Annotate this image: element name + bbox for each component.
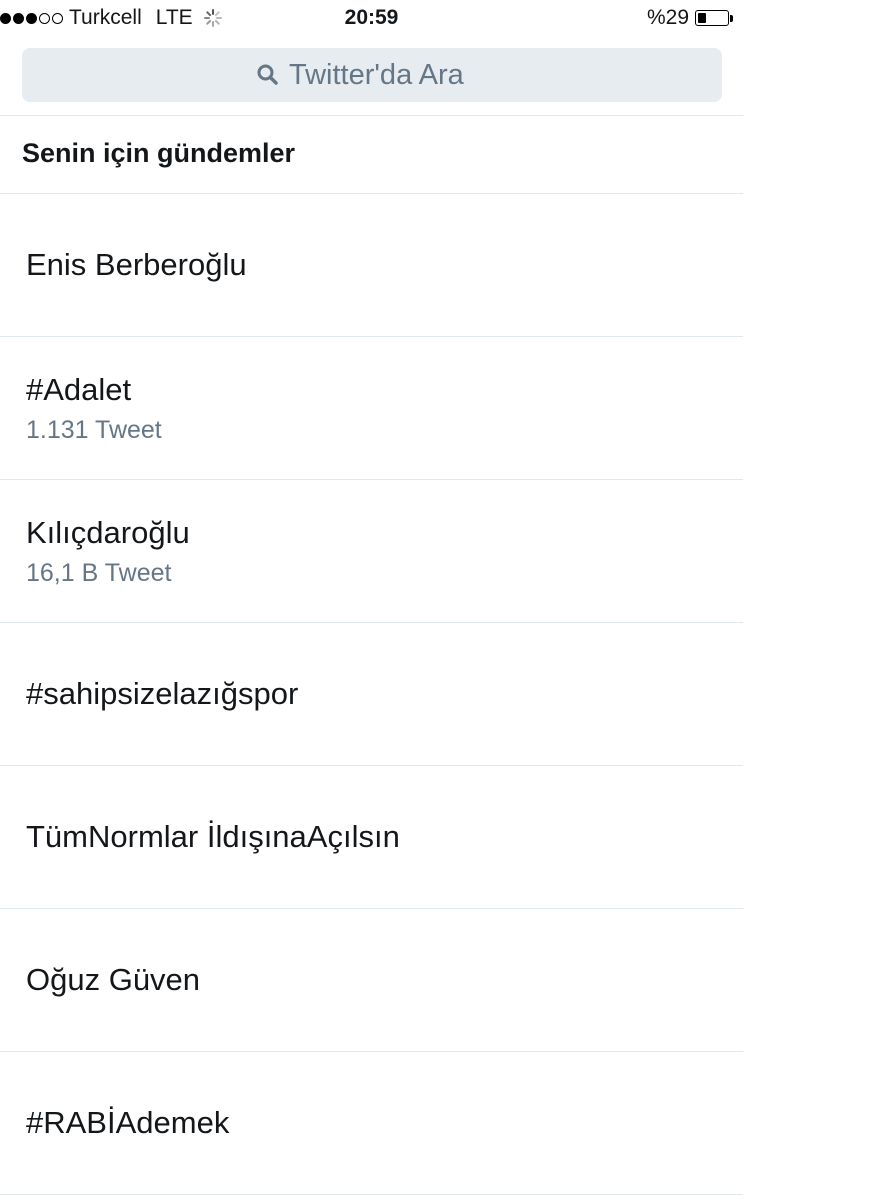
trend-item[interactable]: Enis Berberoğlu	[0, 194, 743, 337]
battery-percentage: %29	[646, 6, 689, 29]
trend-tweet-count: 1.131 Tweet	[26, 415, 162, 444]
search-bar[interactable]	[22, 48, 722, 102]
section-title: Senin için gündemler	[22, 138, 296, 168]
trend-item[interactable]: #Adalet 1.131 Tweet	[0, 337, 743, 480]
divider	[0, 115, 743, 116]
trend-item[interactable]: Kılıçdaroğlu 16,1 B Tweet	[0, 480, 743, 623]
battery-icon	[695, 10, 729, 26]
trend-name: TümNormlar İldışınaAçılsın	[26, 818, 400, 854]
status-bar: Turkcell LTE 20:59 %29	[0, 0, 743, 38]
battery-nub	[730, 14, 733, 22]
trend-item[interactable]: TümNormlar İldışınaAçılsın	[0, 766, 743, 909]
trends-list: Enis Berberoğlu #Adalet 1.131 Tweet Kılı…	[0, 194, 743, 1195]
trend-name: #Adalet	[26, 372, 132, 408]
search-input[interactable]	[289, 58, 489, 92]
twitter-explore-screen: Turkcell LTE 20:59 %29 Twitter'da Ara Se…	[0, 0, 743, 1200]
trend-item[interactable]: Oğuz Güven	[0, 909, 743, 1052]
status-bar-time: 20:59	[344, 6, 399, 29]
search-icon	[257, 64, 278, 85]
trend-name: #RABİAdemek	[26, 1104, 230, 1140]
trend-name: Enis Berberoğlu	[26, 246, 247, 282]
trend-name: Kılıçdaroğlu	[26, 515, 190, 551]
trend-item[interactable]: #RABİAdemek	[0, 1052, 743, 1195]
status-bar-right: %29	[647, 6, 733, 30]
trend-item[interactable]: #sahipsizelazığspor	[0, 623, 743, 766]
trend-tweet-count: 16,1 B Tweet	[26, 558, 172, 587]
trend-name: #sahipsizelazığspor	[26, 675, 299, 711]
trend-name: Oğuz Güven	[26, 961, 201, 997]
battery-level-fill	[698, 13, 706, 23]
